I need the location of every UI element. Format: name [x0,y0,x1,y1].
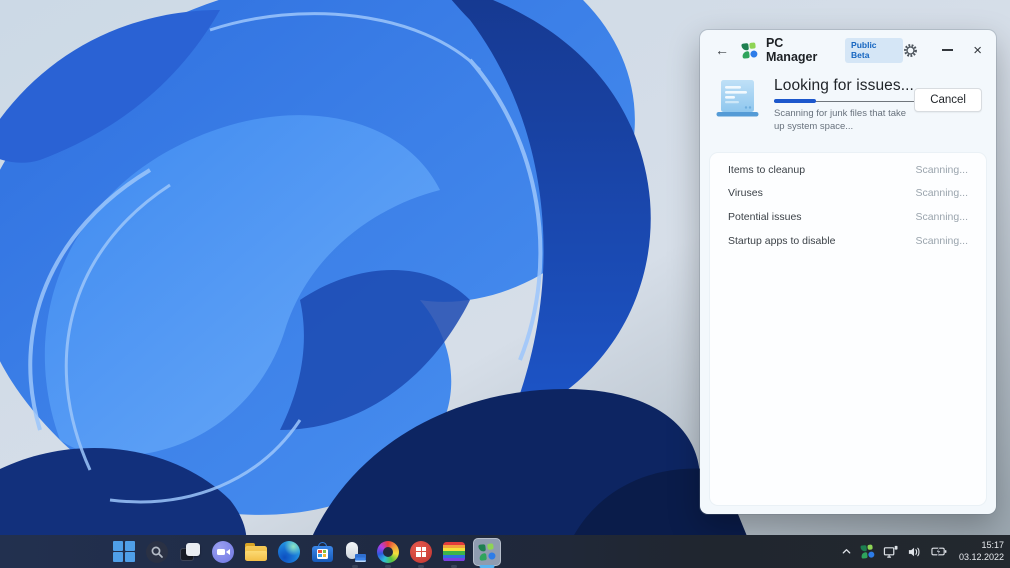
settings-gear-icon[interactable] [903,43,918,58]
color-wheel-icon [377,540,399,563]
running-indicator [418,565,424,568]
running-indicator [385,565,391,568]
pc-manager-window: ← PC Manager Public Beta × Looking for i… [700,30,996,514]
issue-label: Viruses [728,187,763,200]
taskbar-clock[interactable]: 15:17 03.12.2022 [959,540,1004,563]
tray-date: 03.12.2022 [958,551,1004,562]
taskbar-edge-button[interactable] [275,538,303,566]
issue-row: Startup apps to disable Scanning... [710,229,986,253]
taskbar-windows-tool-button[interactable] [407,538,435,568]
volume-icon[interactable] [907,545,922,559]
network-icon[interactable] [883,545,898,559]
taskbar-task-view-button[interactable] [176,538,204,566]
running-indicator [451,565,457,568]
issue-row: Viruses Scanning... [710,182,986,206]
taskbar-search-button[interactable] [143,538,171,566]
laptop-scan-icon [716,80,759,117]
minimize-button[interactable] [942,45,954,56]
taskbar-store-button[interactable] [308,538,336,566]
tray-time: 15:17 [981,539,1004,550]
scan-progress-bar [774,99,914,103]
issue-row: Items to cleanup Scanning... [710,158,986,182]
chat-video-icon [212,540,234,563]
taskbar-color-wheel-button[interactable] [374,538,402,568]
mouse-utility-icon [344,541,366,562]
search-icon [146,540,168,563]
issue-label: Items to cleanup [728,163,806,176]
file-explorer-icon [245,542,267,561]
close-button[interactable]: × [973,43,982,58]
taskbar-start-button[interactable] [110,538,138,566]
taskbar: 15:17 03.12.2022 [0,535,1010,568]
rainbow-color-icon [443,541,465,562]
issue-label: Startup apps to disable [728,234,836,247]
scan-results-panel: Items to cleanup Scanning... Viruses Sca… [710,153,986,505]
issue-status: Scanning... [915,234,968,247]
scan-progress-fill [774,99,816,103]
taskbar-chat-button[interactable] [209,538,237,566]
issue-row: Potential issues Scanning... [710,205,986,229]
scan-subtitle: Scanning for junk files that take up sys… [774,108,907,133]
pc-manager-logo-icon [741,41,758,59]
show-hidden-icons-chevron[interactable] [841,546,852,557]
issue-label: Potential issues [728,210,802,223]
taskbar-file-explorer-button[interactable] [242,538,270,566]
cancel-button[interactable]: Cancel [914,88,982,112]
microsoft-store-icon [311,541,333,562]
active-indicator [479,565,495,568]
taskbar-color-profile-button[interactable] [440,538,468,568]
back-button[interactable]: ← [714,42,730,58]
task-view-icon [180,542,200,561]
scan-heading: Looking for issues... [774,77,914,94]
running-indicator [352,565,358,568]
window-header: ← PC Manager Public Beta × [700,30,996,70]
windows-start-icon [113,540,135,563]
desktop: ← PC Manager Public Beta × Looking for i… [0,0,1010,568]
edge-browser-icon [278,540,300,563]
pc-manager-icon [478,542,496,561]
issue-status: Scanning... [915,187,968,200]
battery-charging-icon[interactable] [931,545,947,558]
public-beta-badge: Public Beta [845,37,904,63]
window-title: PC Manager [765,36,818,64]
taskbar-device-utility-button[interactable] [341,538,369,568]
system-tray: 15:17 03.12.2022 [841,535,1004,568]
taskbar-pc-manager-button[interactable] [473,537,501,568]
windows-tool-icon [410,540,432,563]
issue-status: Scanning... [915,210,968,223]
scan-status-section: Looking for issues... Scanning for junk … [700,70,996,134]
pc-manager-tray-icon[interactable] [860,544,875,559]
issue-status: Scanning... [915,163,968,176]
